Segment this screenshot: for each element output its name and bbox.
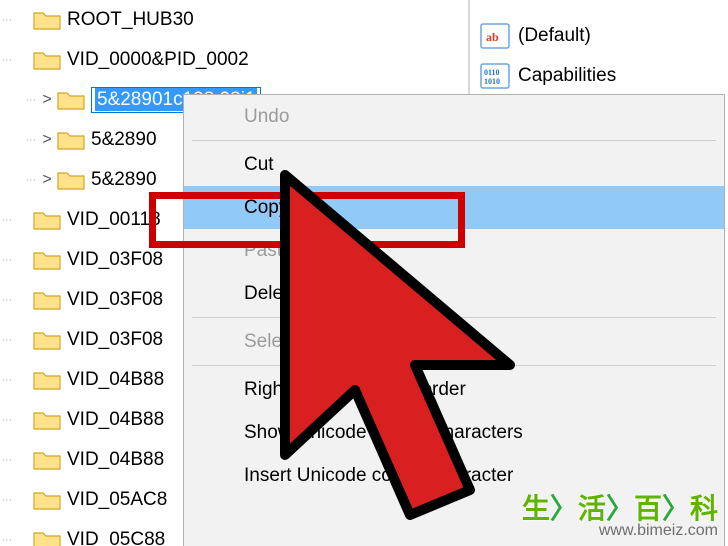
tree-item-vid0000[interactable]: ⋯ VID_0000&PID_0002 xyxy=(0,40,468,80)
chevron-right-icon: 〉 xyxy=(606,493,634,524)
ctx-show-unicode[interactable]: Show Unicode control characters xyxy=(184,411,724,454)
ctx-label: Insert Unicode control character xyxy=(244,465,513,487)
tree-connector: ⋯ xyxy=(0,455,13,466)
tree-connector: ⋯ xyxy=(0,215,13,226)
ctx-label: Right to left Reading order xyxy=(244,379,466,401)
svg-text:ab: ab xyxy=(486,30,499,44)
ctx-delete[interactable]: Delete xyxy=(184,272,724,315)
folder-icon xyxy=(57,89,85,111)
value-label: (Default) xyxy=(518,25,591,47)
ctx-rtl[interactable]: Right to left Reading order xyxy=(184,368,724,411)
folder-icon xyxy=(33,209,61,231)
wm-char: 活 xyxy=(578,493,606,524)
tree-connector: ⋯ xyxy=(0,255,13,266)
folder-icon xyxy=(33,49,61,71)
ctx-paste[interactable]: Paste xyxy=(184,229,724,272)
value-label: Capabilities xyxy=(518,65,616,87)
tree-item-label: ROOT_HUB30 xyxy=(67,9,194,31)
watermark-logo: 生〉活〉百〉科 xyxy=(522,494,718,523)
tree-item-label: VID_05C88 xyxy=(67,529,165,546)
chevron-right-icon: 〉 xyxy=(662,493,690,524)
tree-expander[interactable]: > xyxy=(37,171,57,189)
tree-connector: ⋯ xyxy=(24,135,37,146)
tree-item-root-hub30[interactable]: ⋯ ROOT_HUB30 xyxy=(0,0,468,40)
folder-icon xyxy=(33,449,61,471)
tree-connector: ⋯ xyxy=(0,335,13,346)
ctx-label: Cut xyxy=(244,154,274,176)
ctx-separator xyxy=(192,317,716,318)
ctx-undo[interactable]: Undo xyxy=(184,95,724,138)
tree-item-label: VID_03F08 xyxy=(67,329,163,351)
ctx-label: Show Unicode control characters xyxy=(244,422,523,444)
tree-item-label: VID_04B88 xyxy=(67,409,164,431)
folder-icon xyxy=(33,289,61,311)
watermark-url: www.bimeiz.com xyxy=(522,523,718,540)
wm-char: 科 xyxy=(690,493,718,524)
tree-item-label: VID_04B88 xyxy=(67,369,164,391)
tree-item-label: 5&2890 xyxy=(91,169,157,191)
value-row-capabilities[interactable]: 01101010 Capabilities xyxy=(472,56,728,96)
ctx-copy[interactable]: Copy xyxy=(184,186,724,229)
tree-connector: ⋯ xyxy=(24,175,37,186)
folder-icon xyxy=(33,249,61,271)
tree-item-label: VID_0000&PID_0002 xyxy=(67,49,249,71)
binary-value-icon: 01101010 xyxy=(480,63,510,89)
tree-item-label: VID_03F08 xyxy=(67,249,163,271)
tree-connector: ⋯ xyxy=(0,55,13,66)
ctx-cut[interactable]: Cut xyxy=(184,143,724,186)
folder-icon xyxy=(57,169,85,191)
svg-text:1010: 1010 xyxy=(484,77,500,86)
tree-expander[interactable]: > xyxy=(37,91,57,109)
tree-item-label: VID_04B88 xyxy=(67,449,164,471)
watermark: 生〉活〉百〉科 www.bimeiz.com xyxy=(522,494,718,540)
value-row-default[interactable]: ab (Default) xyxy=(472,16,728,56)
wm-char: 百 xyxy=(634,493,662,524)
tree-item-label: VID_05AC8 xyxy=(67,489,167,511)
tree-expander[interactable]: > xyxy=(37,131,57,149)
folder-icon xyxy=(33,489,61,511)
context-menu: Undo Cut Copy Paste Delete Select All Ri… xyxy=(183,94,725,546)
tree-connector: ⋯ xyxy=(24,95,37,106)
tree-item-label: 5&2890 xyxy=(91,129,157,151)
ctx-label: Delete xyxy=(244,283,299,305)
tree-connector: ⋯ xyxy=(0,295,13,306)
tree-connector: ⋯ xyxy=(0,495,13,506)
folder-icon xyxy=(33,369,61,391)
ctx-separator xyxy=(192,140,716,141)
ctx-label: Undo xyxy=(244,106,289,128)
svg-text:0110: 0110 xyxy=(484,68,500,77)
ctx-insert-unicode[interactable]: Insert Unicode control character xyxy=(184,454,724,497)
folder-icon xyxy=(33,409,61,431)
wm-char: 生 xyxy=(522,493,550,524)
ctx-label: Paste xyxy=(244,240,293,262)
tree-connector: ⋯ xyxy=(0,535,13,546)
folder-icon xyxy=(57,129,85,151)
ctx-label: Select All xyxy=(244,331,322,353)
tree-connector: ⋯ xyxy=(0,415,13,426)
tree-connector: ⋯ xyxy=(0,375,13,386)
string-value-icon: ab xyxy=(480,23,510,49)
ctx-label: Copy xyxy=(244,197,288,219)
ctx-separator xyxy=(192,365,716,366)
folder-icon xyxy=(33,529,61,546)
tree-connector: ⋯ xyxy=(0,15,13,26)
folder-icon xyxy=(33,329,61,351)
tree-item-label: VID_00118 xyxy=(67,209,161,231)
chevron-right-icon: 〉 xyxy=(550,493,578,524)
tree-item-label: VID_03F08 xyxy=(67,289,163,311)
ctx-select-all[interactable]: Select All xyxy=(184,320,724,363)
folder-icon xyxy=(33,9,61,31)
